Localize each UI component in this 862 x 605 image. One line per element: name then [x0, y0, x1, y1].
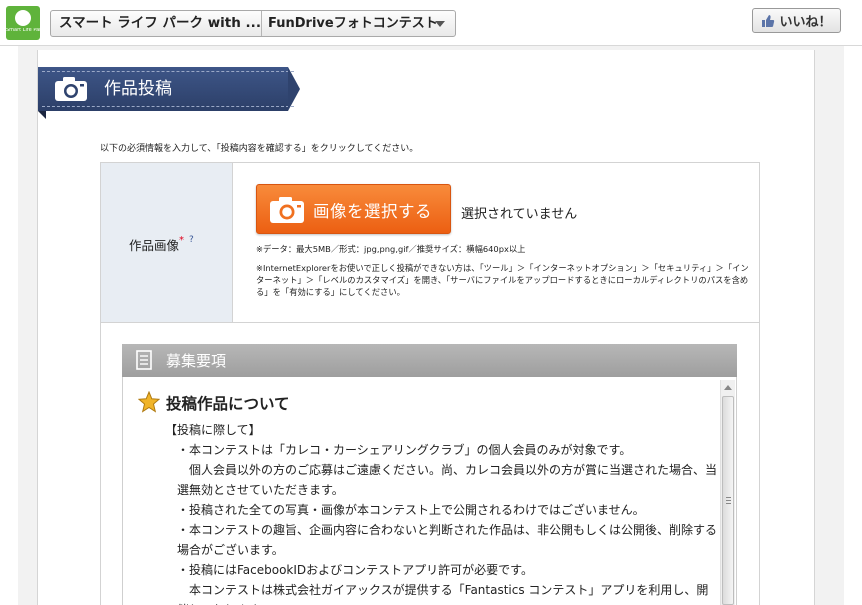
guideline-line: ・投稿にはFacebookIDおよびコンテストアプリ許可が必要です。 — [177, 563, 533, 577]
like-button-label: いいね！ — [779, 15, 832, 30]
field-label-image: 作品画像*? — [129, 235, 194, 253]
ie-note: ※InternetExplorerをお使いで正しく投稿ができない方は、「ツール」… — [256, 263, 749, 297]
breadcrumb-app-link[interactable]: スマート ライフ パーク with ... — [51, 11, 262, 36]
top-bar: Smart Life Park with carreco スマート ライフ パー… — [0, 0, 862, 46]
breadcrumb: スマート ライフ パーク with ... FunDriveフォトコンテスト — [50, 10, 456, 37]
form-table: 作品画像*? 画像を選択する 選択されていません ※データ：最大5MB／形式：j… — [100, 162, 760, 323]
recruit-title: 募集要項 — [166, 352, 227, 370]
guideline-line: ・投稿された全ての写真・画像が本コンテスト上で公開されるわけではございません。 — [177, 503, 645, 517]
section-title: 投稿作品について — [166, 395, 290, 413]
form-label-cell: 作品画像*? — [101, 163, 233, 322]
guideline-line: ・本コンテストの趣旨、企画内容に合わないと判断された作品は、非公開もしくは公開後… — [177, 523, 718, 557]
guideline-line: 【投稿に際して】 — [165, 423, 261, 437]
guideline-line: ・本コンテストは「カレコ・カーシェアリングクラブ」の個人会員のみが対象です。 — [177, 443, 632, 457]
guideline-line: 本コンテストは株式会社ガイアックスが提供する「Fantastics コンテスト」… — [177, 583, 709, 605]
breadcrumb-tab-label: FunDriveフォトコンテスト — [268, 16, 438, 31]
guideline-line: 個人会員以外の方のご応募はご遠慮ください。尚、カレコ会員以外の方が賞に当選された… — [177, 463, 718, 497]
select-image-button[interactable]: 画像を選択する — [256, 184, 451, 234]
document-icon — [136, 350, 152, 370]
star-icon — [138, 391, 160, 413]
chevron-down-icon — [435, 21, 445, 27]
file-status: 選択されていません — [461, 207, 578, 222]
like-button[interactable]: いいね！ — [752, 8, 841, 33]
grip-icon — [726, 497, 731, 504]
instruction-text: 以下の必須情報を入力して、「投稿内容を確認する」をクリックしてください。 — [100, 144, 419, 154]
scroll-thumb[interactable] — [722, 396, 734, 605]
scroll-up-arrow-icon[interactable] — [724, 385, 732, 390]
app-logo-text: Smart Life Park with carreco — [6, 28, 40, 33]
required-mark: * — [179, 235, 185, 246]
camera-icon — [270, 197, 304, 223]
app-logo[interactable]: Smart Life Park with carreco — [6, 6, 40, 40]
ribbon-fold — [38, 111, 46, 119]
page-title: 作品投稿 — [104, 79, 172, 99]
thumbs-up-icon — [762, 14, 775, 27]
camera-icon — [55, 77, 87, 101]
logo-mark-icon — [15, 10, 31, 26]
select-image-button-label: 画像を選択する — [313, 202, 432, 221]
breadcrumb-tab-dropdown[interactable]: FunDriveフォトコンテスト — [262, 11, 455, 36]
help-link[interactable]: ? — [189, 235, 194, 245]
section-ribbon: 作品投稿 — [38, 67, 300, 111]
guidelines-text: 【投稿に際して】 ・本コンテストは「カレコ・カーシェアリングクラブ」の個人会員の… — [165, 420, 720, 605]
recruit-header: 募集要項 — [122, 344, 737, 377]
recruit-scrollbar[interactable] — [720, 380, 735, 605]
recruit-body: 投稿作品について 【投稿に際して】 ・本コンテストは「カレコ・カーシェアリングク… — [122, 377, 737, 605]
data-note: ※データ：最大5MB／形式：jpg,png,gif／推奨サイズ：横幅640px以… — [256, 244, 526, 254]
